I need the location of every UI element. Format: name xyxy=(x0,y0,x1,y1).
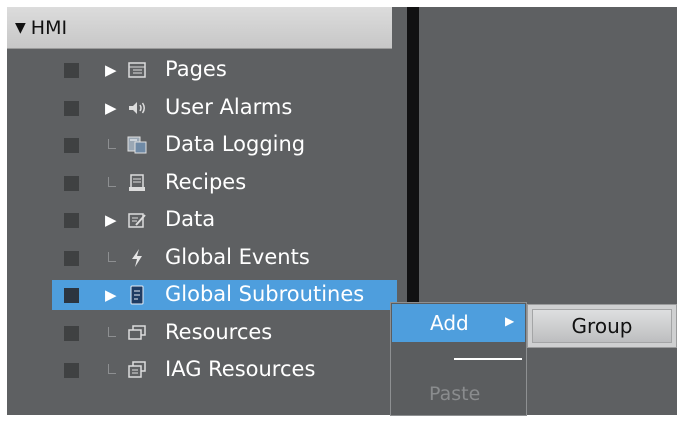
tree-connector-line xyxy=(108,177,116,187)
context-menu-separator xyxy=(454,358,522,360)
iag-resources-icon xyxy=(127,360,147,380)
row-checkbox[interactable] xyxy=(64,363,79,378)
tree-item-label: Recipes xyxy=(165,170,247,194)
tree-item-label: Pages xyxy=(165,57,227,81)
pages-icon xyxy=(127,60,147,80)
tree-item-user-alarms[interactable]: ▶ User Alarms xyxy=(52,93,397,123)
expand-arrow-icon[interactable]: ▶ xyxy=(105,205,117,235)
row-checkbox[interactable] xyxy=(64,63,79,78)
tree-item-label: IAG Resources xyxy=(165,357,316,381)
script-icon xyxy=(127,285,147,305)
tree-connector-line xyxy=(108,139,116,149)
add-submenu: Group xyxy=(527,304,677,348)
recipes-icon xyxy=(127,173,147,193)
row-checkbox[interactable] xyxy=(64,326,79,341)
tree-item-label: Data xyxy=(165,207,216,231)
tree-item-label: Global Events xyxy=(165,245,310,269)
tree-connector-line xyxy=(108,252,116,262)
data-logging-icon xyxy=(127,135,147,155)
tree-item-iag-resources[interactable]: IAG Resources xyxy=(52,355,397,385)
tree-item-global-subroutines[interactable]: ▶ Global Subroutines xyxy=(52,280,397,310)
tree-item-recipes[interactable]: Recipes xyxy=(52,168,397,198)
tree-item-pages[interactable]: ▶ Pages xyxy=(52,55,397,85)
context-menu: Add ▶ Paste xyxy=(390,302,527,416)
context-menu-add[interactable]: Add ▶ xyxy=(392,304,525,342)
row-checkbox[interactable] xyxy=(64,288,79,303)
speaker-icon xyxy=(127,98,147,118)
tree-root-label: HMI xyxy=(30,16,68,39)
submenu-arrow-icon: ▶ xyxy=(505,314,515,328)
tree-connector-line xyxy=(108,327,116,337)
row-checkbox[interactable] xyxy=(64,176,79,191)
tree-item-label: Resources xyxy=(165,320,273,344)
tree-item-data-logging[interactable]: Data Logging xyxy=(52,130,397,160)
tree-item-global-events[interactable]: Global Events xyxy=(52,243,397,273)
collapse-caret-icon[interactable]: ▼ xyxy=(15,20,26,36)
row-checkbox[interactable] xyxy=(64,251,79,266)
row-checkbox[interactable] xyxy=(64,101,79,116)
context-menu-paste: Paste xyxy=(429,383,481,405)
lightning-icon xyxy=(127,248,147,268)
data-icon xyxy=(127,210,147,230)
row-checkbox[interactable] xyxy=(64,213,79,228)
expand-arrow-icon[interactable]: ▶ xyxy=(105,55,117,85)
expand-arrow-icon[interactable]: ▶ xyxy=(105,280,117,310)
row-checkbox[interactable] xyxy=(64,138,79,153)
tree-item-label: Data Logging xyxy=(165,132,306,156)
tree-item-resources[interactable]: Resources xyxy=(52,318,397,348)
submenu-group-item[interactable]: Group xyxy=(532,309,672,343)
tree-connector-line xyxy=(108,364,116,374)
expand-arrow-icon[interactable]: ▶ xyxy=(105,93,117,123)
tree-item-label: User Alarms xyxy=(165,95,293,119)
resources-icon xyxy=(127,323,147,343)
tree-item-data[interactable]: ▶ Data xyxy=(52,205,397,235)
tree-root-hmi[interactable]: ▼ HMI xyxy=(7,7,392,49)
submenu-group-label: Group xyxy=(571,314,633,338)
tree-item-label: Global Subroutines xyxy=(165,282,365,306)
context-menu-add-label: Add xyxy=(430,311,469,335)
